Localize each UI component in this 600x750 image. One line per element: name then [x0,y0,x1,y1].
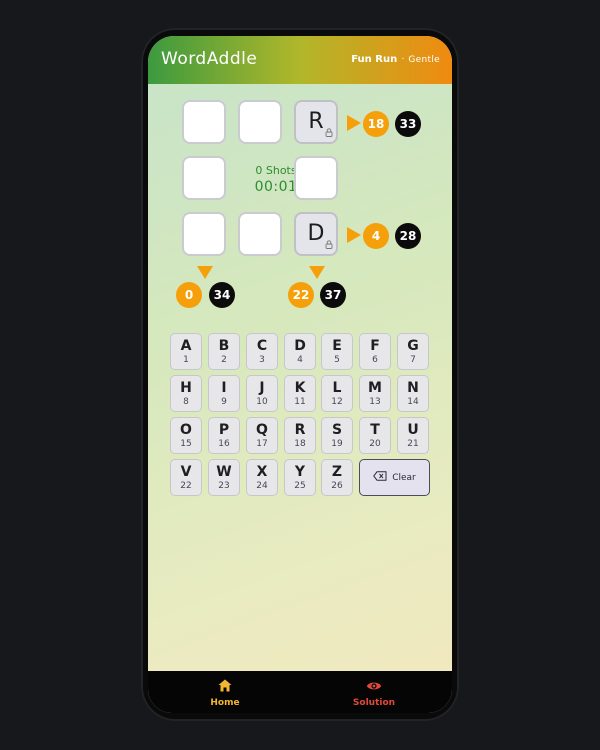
grid-cell-r1c2[interactable] [238,100,282,144]
key-x[interactable]: X 24 [246,459,278,496]
mode-separator: · [401,54,405,65]
key-f[interactable]: F6 [359,333,391,370]
key-o[interactable]: O 15 [170,417,202,454]
column-arrow-icon [197,266,213,279]
key-n[interactable]: N 14 [397,375,429,412]
key-r[interactable]: R 18 [284,417,316,454]
row3-current-sum: 4 [363,223,389,249]
row-arrow-icon [347,227,361,243]
app-title: WordAddle [161,49,258,69]
key-q[interactable]: Q 17 [246,417,278,454]
game-mode: Fun Run · Gentle [351,54,440,65]
eye-icon [366,677,382,696]
key-t[interactable]: T 20 [359,417,391,454]
backspace-icon [373,471,387,484]
key-g[interactable]: G7 [397,333,429,370]
app-header: WordAddle Fun Run · Gentle [148,36,452,84]
col1-target-sum: 34 [209,282,235,308]
clear-button[interactable]: Clear [359,459,430,496]
key-w[interactable]: W 23 [208,459,240,496]
home-icon [218,677,232,696]
col1-current-sum: 0 [176,282,202,308]
key-s[interactable]: S 19 [321,417,353,454]
col3-target-sum: 37 [320,282,346,308]
key-l[interactable]: L 12 [321,375,353,412]
difficulty-label: Gentle [408,54,440,65]
row1-current-sum: 18 [363,111,389,137]
grid-cell-r1c1[interactable] [182,100,226,144]
key-j[interactable]: J 10 [246,375,278,412]
mode-label: Fun Run [351,54,398,65]
grid-cell-r3c2[interactable] [238,212,282,256]
lock-icon [325,128,333,139]
column-arrow-icon [309,266,325,279]
key-a[interactable]: A1 [170,333,202,370]
key-z[interactable]: Z 26 [321,459,353,496]
bottom-navigation: Home Solution [148,671,452,713]
key-c[interactable]: C3 [246,333,278,370]
home-label: Home [210,698,240,708]
nav-home[interactable]: Home [175,677,275,708]
lock-icon [325,240,333,251]
key-e[interactable]: E5 [321,333,353,370]
key-b[interactable]: B2 [208,333,240,370]
row3-target-sum: 28 [395,223,421,249]
key-h[interactable]: H8 [170,375,202,412]
key-m[interactable]: M 13 [359,375,391,412]
key-i[interactable]: I9 [208,375,240,412]
app-screen: WordAddle Fun Run · Gentle R 18 33 0 Sho… [148,36,452,713]
key-k[interactable]: K 11 [284,375,316,412]
key-u[interactable]: U 21 [397,417,429,454]
key-v[interactable]: V 22 [170,459,202,496]
grid-cell-r3c3[interactable]: D [294,212,338,256]
grid-cell-r1c3[interactable]: R [294,100,338,144]
row-arrow-icon [347,115,361,131]
grid-cell-r2c1[interactable] [182,156,226,200]
nav-solution[interactable]: Solution [324,677,424,708]
key-p[interactable]: P 16 [208,417,240,454]
grid-cell-r3c1[interactable] [182,212,226,256]
solution-label: Solution [352,698,396,708]
grid-cell-r2c3[interactable] [294,156,338,200]
clear-label: Clear [392,472,416,483]
col3-current-sum: 22 [288,282,314,308]
row1-target-sum: 33 [395,111,421,137]
key-d[interactable]: D4 [284,333,316,370]
key-y[interactable]: Y 25 [284,459,316,496]
